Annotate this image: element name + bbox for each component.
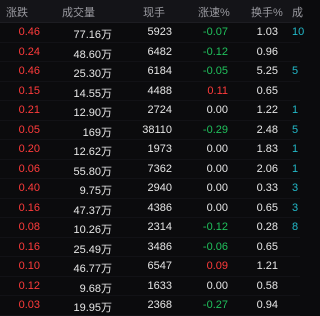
table-header: 涨跌 成交量 现手 涨速% 换手% 成 (0, 0, 303, 23)
clipped-cell: 3 (292, 182, 299, 194)
clipped-cell: 8 (292, 221, 299, 233)
clipped-cell: 1 (292, 143, 299, 155)
table-row[interactable]: 0.03 19.95万 2368 -0.27 0.94 (0, 296, 300, 316)
market-table: 涨跌 成交量 现手 涨速% 换手% 成 0.46 77.16万 5923 -0.07 1… (0, 0, 304, 316)
column-header-current-hand[interactable]: 现手 (143, 4, 165, 20)
clipped-cell: 5 (292, 65, 299, 77)
column-header-clipped: 成 (292, 7, 303, 19)
turnover-cell: 1.03 (256, 26, 278, 38)
turnover-cell: 0.65 (256, 201, 278, 214)
turnover-cell: 0.28 (256, 221, 278, 233)
turnover-cell: 5.25 (256, 65, 278, 77)
turnover-cell: 2.48 (256, 123, 278, 136)
table-row[interactable]: 0.15 14.55万 4488 0.11 0.65 (0, 82, 300, 101)
turnover-cell: 2.06 (256, 162, 278, 175)
table-row[interactable]: 0.06 55.80万 7362 0.00 2.06 1 (0, 160, 300, 179)
table-row[interactable]: 0.10 46.77万 6547 0.09 1.21 (0, 257, 300, 277)
table-row[interactable]: 0.08 10.26万 2314 -0.12 0.28 8 (0, 218, 300, 238)
turnover-cell: 0.33 (256, 182, 278, 194)
table-row[interactable]: 0.40 9.75万 2940 0.00 0.33 3 (0, 179, 300, 199)
clipped-cell: 3 (292, 201, 299, 214)
table-row[interactable]: 0.20 12.62万 1973 0.00 1.83 1 (0, 140, 300, 160)
table-row[interactable]: 0.12 9.68万 1633 0.00 0.58 (0, 277, 300, 296)
turnover-cell: 1.22 (256, 104, 278, 116)
table-row[interactable]: 0.16 47.37万 4386 0.00 0.65 3 (0, 199, 300, 218)
column-header-speed[interactable]: 涨速% (198, 4, 230, 20)
column-header-volume[interactable]: 成交量 (62, 4, 95, 20)
turnover-cell: 0.94 (256, 299, 278, 311)
turnover-cell: 0.65 (256, 84, 278, 97)
column-header-change[interactable]: 涨跌 (6, 4, 28, 20)
table-row[interactable]: 0.46 77.16万 5923 -0.07 1.03 10 (0, 23, 304, 43)
clipped-cell: 1 (292, 104, 299, 116)
clipped-cell: 10 (292, 26, 305, 38)
column-header-turnover[interactable]: 换手% (251, 4, 283, 20)
turnover-cell: 1.21 (256, 260, 278, 272)
turnover-cell: 0.58 (256, 279, 278, 292)
table-row[interactable]: 0.24 48.60万 6482 -0.12 0.96 (0, 43, 300, 62)
table-row[interactable]: 0.16 25.49万 3486 -0.06 0.65 (0, 238, 300, 257)
turnover-cell: 1.83 (256, 143, 278, 155)
table-row[interactable]: 0.21 12.90万 2724 0.00 1.22 1 (0, 101, 300, 121)
table-row[interactable]: 0.05 169万 38110 -0.29 2.48 5 (0, 121, 300, 140)
table-body: 0.46 77.16万 5923 -0.07 1.03 10 0.24 48.60万 6482-… (0, 23, 304, 316)
turnover-cell: 0.65 (256, 240, 278, 253)
clipped-cell: 1 (292, 162, 299, 175)
clipped-cell: 5 (292, 123, 299, 136)
turnover-cell: 0.96 (256, 45, 278, 58)
table-row[interactable]: 0.46 25.30万 6184 -0.05 5.25 5 (0, 62, 300, 82)
